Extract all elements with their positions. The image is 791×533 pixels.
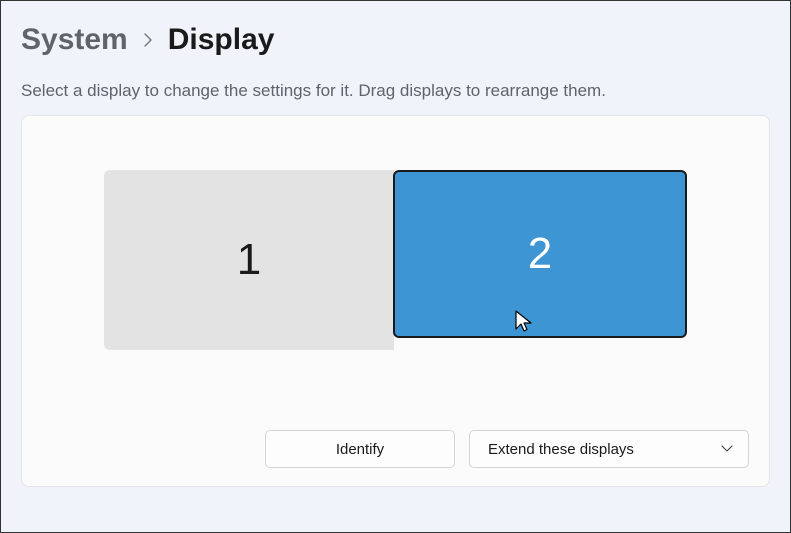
action-row: Identify Extend these displays — [265, 430, 749, 468]
chevron-right-icon — [142, 27, 154, 53]
breadcrumb: System Display — [21, 23, 770, 57]
display-mode-dropdown[interactable]: Extend these displays — [469, 430, 749, 468]
monitor-2-selected[interactable]: 2 — [393, 170, 687, 338]
display-mode-label: Extend these displays — [484, 441, 720, 458]
display-arrange-panel: 1 2 Identify Extend these displays — [21, 115, 770, 487]
monitors-stage: 1 2 — [22, 170, 769, 350]
breadcrumb-parent-link[interactable]: System — [21, 23, 128, 57]
identify-button[interactable]: Identify — [265, 430, 455, 468]
page-title: Display — [168, 23, 275, 57]
monitor-1[interactable]: 1 — [104, 170, 394, 350]
page-description: Select a display to change the settings … — [21, 81, 770, 101]
chevron-down-icon — [720, 441, 734, 458]
